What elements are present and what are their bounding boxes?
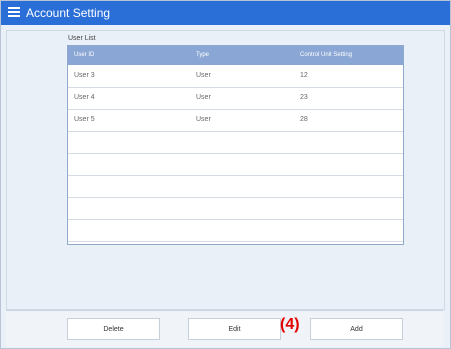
cell-user-id: User 4 [74, 94, 95, 101]
column-header-user-id: User ID [74, 52, 95, 58]
cell-control-unit-setting: 12 [300, 72, 308, 79]
table-row[interactable]: User 5 User 28 [68, 109, 403, 132]
annotation-callout: (4) [280, 316, 300, 333]
cell-type: User [196, 94, 211, 101]
user-list-label: User List [68, 35, 96, 42]
table-header: User ID Type Control Unit Setting [68, 46, 403, 65]
title-bar: Account Setting [1, 1, 450, 25]
cell-user-id: User 5 [74, 116, 95, 123]
column-header-control-unit-setting: Control Unit Setting [300, 52, 353, 58]
cell-type: User [196, 72, 211, 79]
user-table: User ID Type Control Unit Setting User 3… [67, 45, 404, 245]
table-row-empty[interactable] [68, 175, 403, 198]
table-row[interactable]: User 3 User 12 [68, 65, 403, 88]
table-row-empty[interactable] [68, 131, 403, 154]
cell-control-unit-setting: 23 [300, 94, 308, 101]
hamburger-menu-icon[interactable] [8, 7, 20, 18]
cell-type: User [196, 116, 211, 123]
edit-button[interactable]: Edit [188, 318, 281, 340]
table-row-empty[interactable] [68, 153, 403, 176]
column-header-type: Type [196, 52, 210, 58]
cell-user-id: User 3 [74, 72, 95, 79]
cell-control-unit-setting: 28 [300, 116, 308, 123]
add-button[interactable]: Add [310, 318, 403, 340]
table-row[interactable]: User 4 User 23 [68, 87, 403, 110]
table-row-empty[interactable] [68, 219, 403, 242]
delete-button[interactable]: Delete [67, 318, 160, 340]
window-title: Account Setting [26, 6, 111, 20]
table-row-empty[interactable] [68, 197, 403, 220]
